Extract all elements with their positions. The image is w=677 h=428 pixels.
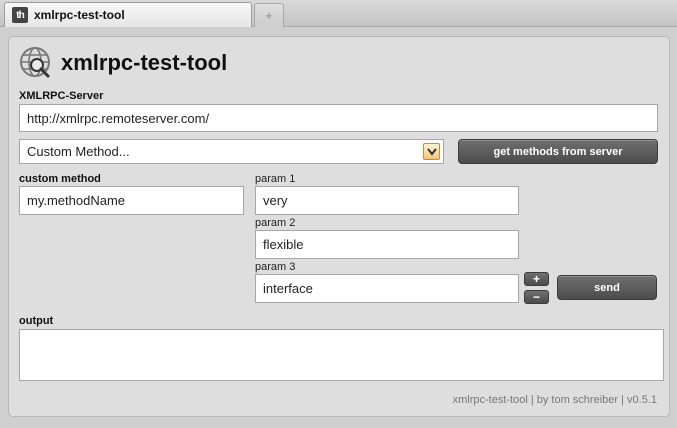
param-1-label: param 1 bbox=[255, 173, 296, 185]
get-methods-button[interactable]: get methods from server bbox=[458, 139, 658, 164]
output-label: output bbox=[19, 315, 54, 327]
tab-xmlrpc-test-tool[interactable]: th xmlrpc-test-tool bbox=[4, 2, 252, 27]
custom-method-label: custom method bbox=[19, 173, 101, 185]
new-tab-button[interactable]: + bbox=[254, 3, 284, 27]
tab-strip: th xmlrpc-test-tool + bbox=[0, 0, 677, 27]
add-param-button[interactable]: + bbox=[524, 272, 549, 286]
param-2-label: param 2 bbox=[255, 217, 296, 229]
method-select[interactable]: Custom Method... bbox=[19, 139, 444, 164]
server-label: XMLRPC-Server bbox=[19, 90, 104, 102]
page-title: xmlrpc-test-tool bbox=[61, 50, 228, 75]
main-panel: xmlrpc-test-tool XMLRPC-Server http://xm… bbox=[8, 36, 670, 417]
param-1-input[interactable]: very bbox=[255, 186, 519, 215]
param-3-input[interactable]: interface bbox=[255, 274, 519, 303]
param-3-label: param 3 bbox=[255, 261, 296, 273]
send-button[interactable]: send bbox=[557, 275, 657, 300]
favicon-icon: th bbox=[12, 7, 28, 23]
param-2-input[interactable]: flexible bbox=[255, 230, 519, 259]
globe-magnifier-icon bbox=[20, 47, 50, 78]
server-url-input[interactable]: http://xmlrpc.remoteserver.com/ bbox=[19, 104, 658, 132]
footer-credits: xmlrpc-test-tool | by tom schreiber | v0… bbox=[452, 394, 657, 406]
chevron-down-icon[interactable] bbox=[423, 143, 440, 160]
tab-title: xmlrpc-test-tool bbox=[34, 8, 125, 22]
method-select-value: Custom Method... bbox=[27, 144, 130, 159]
output-area[interactable] bbox=[19, 329, 664, 381]
custom-method-input[interactable]: my.methodName bbox=[19, 186, 244, 215]
app-header: xmlrpc-test-tool bbox=[19, 46, 227, 80]
remove-param-button[interactable]: − bbox=[524, 290, 549, 304]
